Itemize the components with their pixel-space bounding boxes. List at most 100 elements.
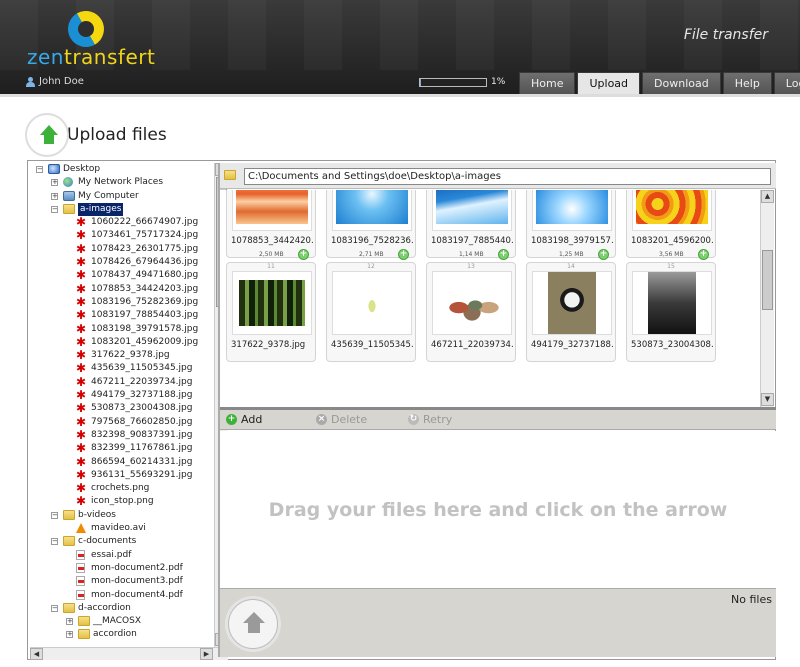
- collapse-icon[interactable]: −: [51, 511, 58, 519]
- thumbnail-image: [336, 190, 408, 224]
- add-to-queue-icon[interactable]: +: [498, 249, 509, 260]
- nav-tab-download[interactable]: Download: [642, 72, 721, 94]
- tree-item[interactable]: ✱ 797568_76602850.jpg: [30, 416, 214, 429]
- thumbnail-card[interactable]: 1083198_3979157... 1,25 MB +: [526, 190, 616, 260]
- tree-item[interactable]: essai.pdf: [30, 549, 214, 562]
- tree-item[interactable]: + accordion: [30, 628, 214, 641]
- transfer-progress-bar: [419, 78, 487, 87]
- image-file-icon: ✱: [76, 494, 87, 509]
- tree-item[interactable]: − b-videos: [30, 509, 214, 522]
- tree-item[interactable]: + My Network Places: [30, 176, 214, 189]
- scroll-left-icon[interactable]: ◀: [30, 648, 43, 660]
- collapse-icon[interactable]: −: [51, 538, 58, 546]
- tree-item[interactable]: − c-documents: [30, 535, 214, 548]
- upload-button[interactable]: [228, 599, 278, 649]
- add-to-queue-icon[interactable]: +: [598, 249, 609, 260]
- tree-item[interactable]: + __MACOSX: [30, 615, 214, 628]
- tree-item[interactable]: mavideo.avi: [30, 522, 214, 535]
- add-to-queue-icon[interactable]: +: [298, 249, 309, 260]
- tree-item-label: 1078423_26301775.jpg: [91, 243, 199, 254]
- thumbnail-card[interactable]: 1078853_3442420... 2,50 MB +: [226, 190, 316, 260]
- tree-item[interactable]: ✱ 832398_90837391.jpg: [30, 429, 214, 442]
- thumbnail-scrollbar[interactable]: ▲ ▼: [760, 190, 774, 407]
- tree-item[interactable]: mon-document4.pdf: [30, 589, 214, 602]
- folder-icon: [63, 602, 75, 613]
- tree-item[interactable]: ✱ 866594_60214331.jpg: [30, 456, 214, 469]
- path-bar: C:\Documents and Settings\doe\Desktop\a-…: [220, 163, 776, 189]
- path-field[interactable]: C:\Documents and Settings\doe\Desktop\a-…: [244, 168, 771, 185]
- retry-icon: ↻: [408, 414, 419, 425]
- thumbnail-image: [536, 190, 608, 224]
- tree-item[interactable]: ✱ 494179_32737188.jpg: [30, 389, 214, 402]
- tree-item[interactable]: ✱ crochets.png: [30, 482, 214, 495]
- tree-item-label: Desktop: [63, 164, 101, 174]
- tree-item[interactable]: ✱ 467211_22039734.jpg: [30, 376, 214, 389]
- tree-item-label: My Computer: [78, 190, 139, 201]
- thumbnail-filename: 1083201_4596200...: [631, 236, 713, 246]
- thumbnail-filename: 530873_23004308...: [631, 340, 713, 350]
- tree-item[interactable]: ✱ 1083198_39791578.jpg: [30, 323, 214, 336]
- tree-item[interactable]: ✱ 1073461_75717324.jpg: [30, 229, 214, 242]
- scroll-right-icon[interactable]: ▶: [200, 648, 213, 660]
- tree-item[interactable]: − Desktop: [30, 163, 214, 176]
- tree-item[interactable]: mon-document2.pdf: [30, 562, 214, 575]
- tree-item[interactable]: + My Computer: [30, 190, 214, 203]
- tree-item[interactable]: ✱ icon_stop.png: [30, 495, 214, 508]
- nav-tab-help[interactable]: Help: [722, 72, 772, 94]
- thumbnail-card[interactable]: 14 494179_32737188...: [526, 262, 616, 362]
- add-label: Add: [241, 413, 263, 426]
- nav-tab-logout[interactable]: Logout: [773, 72, 800, 94]
- user-info: John Doe: [26, 76, 84, 87]
- expand-icon[interactable]: +: [66, 618, 73, 626]
- collapse-icon[interactable]: −: [51, 604, 58, 612]
- tree-item[interactable]: ✱ 1078437_49471680.jpg: [30, 269, 214, 282]
- tree-item[interactable]: − a-images: [30, 202, 214, 216]
- thumbnail-card[interactable]: 1083196_7528236... 2,71 MB +: [326, 190, 416, 260]
- scroll-down-icon[interactable]: ▼: [761, 393, 774, 406]
- tree-item[interactable]: ✱ 1060222_66674907.jpg: [30, 216, 214, 229]
- thumbnail-card[interactable]: 13 467211_22039734...: [426, 262, 516, 362]
- add-to-queue-icon[interactable]: +: [698, 249, 709, 260]
- tree-hscrollbar[interactable]: ◀ ▶: [30, 647, 228, 660]
- retry-label: Retry: [423, 413, 453, 426]
- thumbnail-frame: [532, 190, 612, 231]
- thumbnail-card[interactable]: 12 435639_11505345...: [326, 262, 416, 362]
- tree-item-label: 435639_11505345.jpg: [91, 363, 193, 374]
- tree-item[interactable]: ✱ 832399_11767861.jpg: [30, 442, 214, 455]
- add-to-queue-icon[interactable]: +: [398, 249, 409, 260]
- tree-item[interactable]: ✱ 1078423_26301775.jpg: [30, 243, 214, 256]
- nav-tab-upload[interactable]: Upload: [577, 72, 641, 94]
- tree-item[interactable]: ✱ 317622_9378.jpg: [30, 349, 214, 362]
- progress-label: 1%: [491, 77, 506, 87]
- thumbnail-card[interactable]: 11 317622_9378.jpg: [226, 262, 316, 362]
- tree-item[interactable]: ✱ 1083201_45962009.jpg: [30, 336, 214, 349]
- nav-tab-home[interactable]: Home: [519, 72, 576, 94]
- expand-icon[interactable]: +: [51, 192, 58, 200]
- tree-item-label: 1083198_39791578.jpg: [91, 323, 199, 334]
- tree-item[interactable]: − d-accordion: [30, 602, 214, 615]
- collapse-icon[interactable]: −: [36, 166, 43, 173]
- delete-button[interactable]: × Delete: [316, 413, 367, 426]
- expand-icon[interactable]: +: [51, 179, 58, 187]
- thumbnail-scroll-thumb[interactable]: [762, 250, 773, 310]
- tree-item[interactable]: ✱ 1083197_78854403.jpg: [30, 309, 214, 322]
- tree-item-label: 797568_76602850.jpg: [91, 416, 193, 427]
- tree-item[interactable]: ✱ 530873_23004308.jpg: [30, 402, 214, 415]
- thumbnail-card[interactable]: 1083201_4596200... 3,56 MB +: [626, 190, 716, 260]
- drop-zone[interactable]: Drag your files here and click on the ar…: [220, 431, 776, 588]
- add-button[interactable]: + Add: [226, 413, 262, 426]
- queue-toolbar: + Add × Delete ↻ Retry: [220, 410, 776, 430]
- expand-icon[interactable]: +: [66, 631, 73, 639]
- collapse-icon[interactable]: −: [51, 205, 58, 213]
- tree-item-label: 1078437_49471680.jpg: [91, 270, 199, 281]
- scroll-up-icon[interactable]: ▲: [761, 190, 774, 203]
- tree-item[interactable]: mon-document3.pdf: [30, 575, 214, 588]
- thumbnail-card[interactable]: 1083197_7885440... 1,14 MB +: [426, 190, 516, 260]
- tree-item[interactable]: ✱ 1078853_34424203.jpg: [30, 283, 214, 296]
- thumbnail-card[interactable]: 15 530873_23004308...: [626, 262, 716, 362]
- tree-item[interactable]: ✱ 1083196_75282369.jpg: [30, 296, 214, 309]
- tree-item[interactable]: ✱ 435639_11505345.jpg: [30, 362, 214, 375]
- retry-button[interactable]: ↻ Retry: [408, 413, 452, 426]
- tree-item[interactable]: ✱ 936131_55693291.jpg: [30, 469, 214, 482]
- tree-item[interactable]: ✱ 1078426_67964436.jpg: [30, 256, 214, 269]
